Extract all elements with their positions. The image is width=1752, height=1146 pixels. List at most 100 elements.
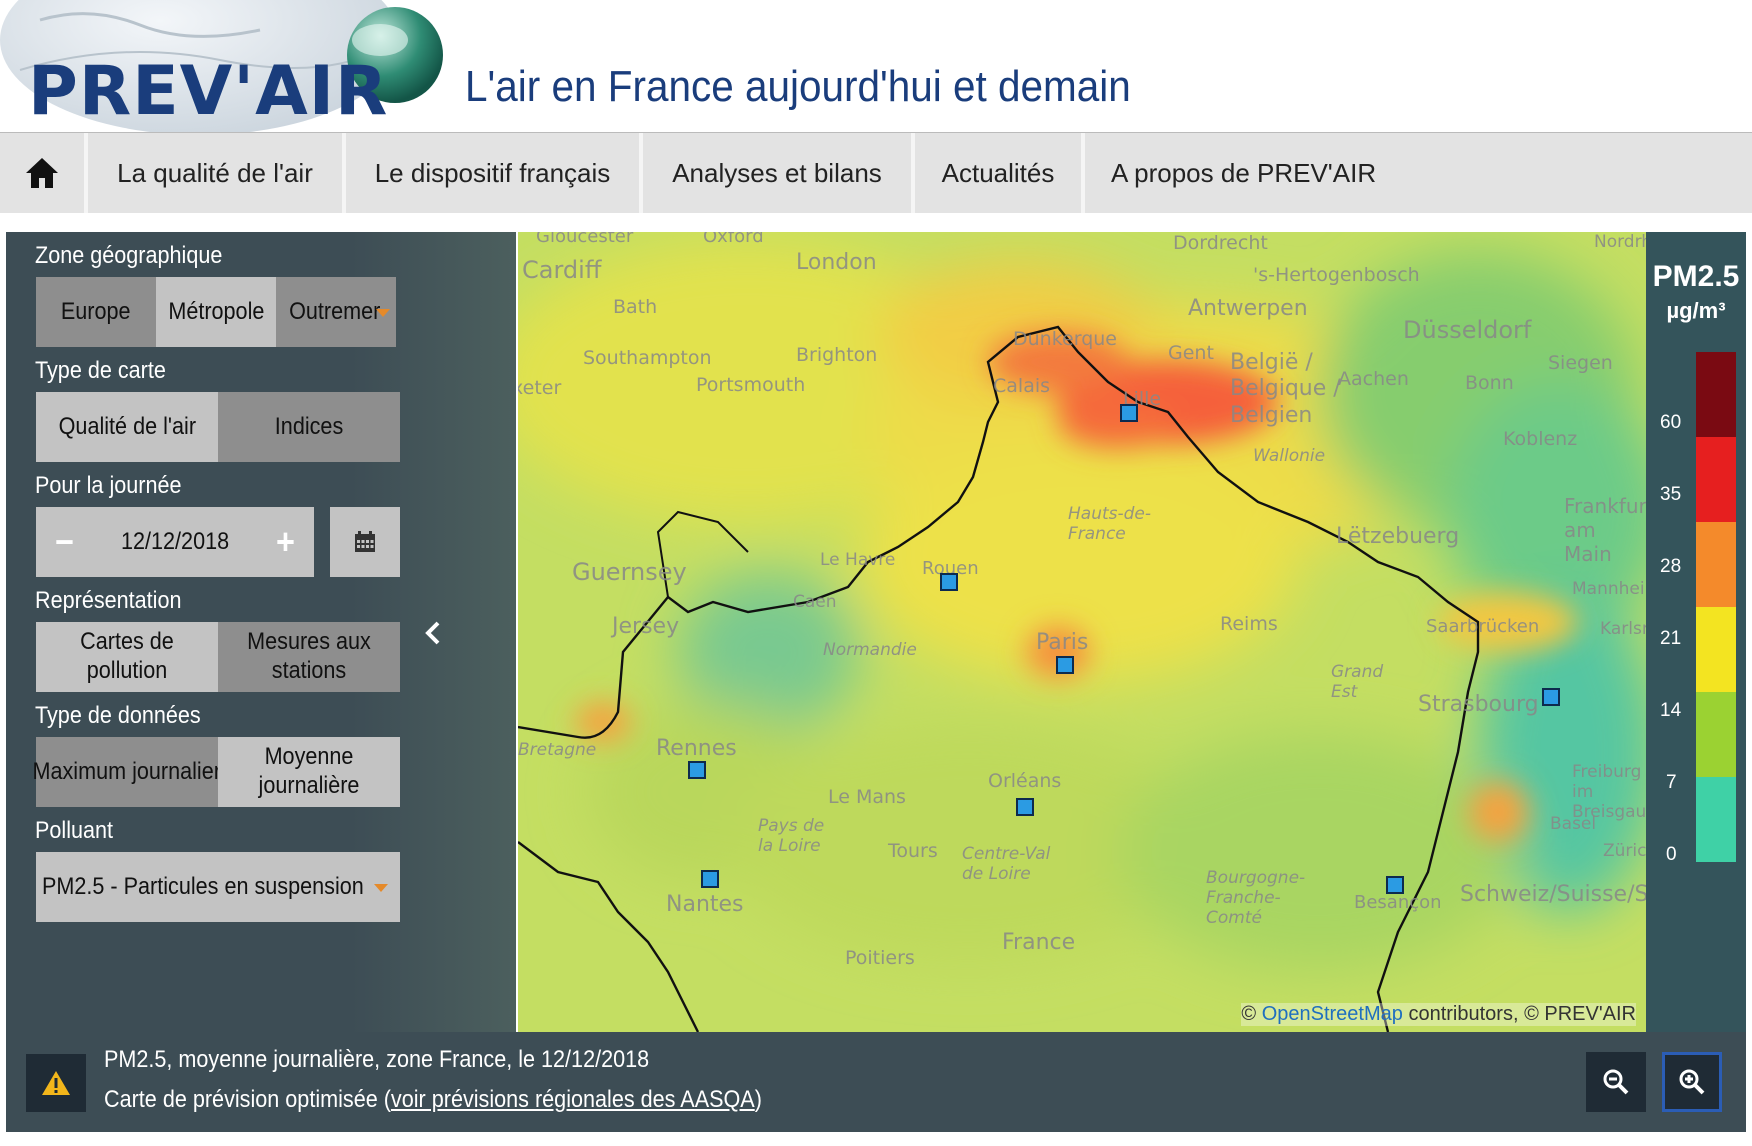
legend-tick: 60 bbox=[1660, 412, 1682, 433]
city-label: Strasbourg bbox=[1418, 692, 1539, 717]
site-header: PREV'AIR L'air en France aujourd'hui et … bbox=[0, 0, 1752, 132]
map-attribution: © OpenStreetMap contributors, © PREV'AIR bbox=[1241, 1003, 1636, 1026]
city-label: Antwerpen bbox=[1188, 296, 1308, 321]
city-label: Exeter bbox=[518, 377, 562, 399]
representation-label: Représentation bbox=[35, 587, 182, 614]
button-label: Qualité de l'air bbox=[58, 412, 196, 440]
button-label: Europe bbox=[61, 297, 131, 325]
warning-badge bbox=[26, 1054, 86, 1112]
pollutant-select[interactable]: PM2.5 - Particules en suspension bbox=[36, 852, 400, 922]
collapse-panel-button[interactable] bbox=[422, 618, 446, 648]
nav-item-actualites[interactable]: Actualités bbox=[915, 133, 1085, 213]
city-label: Bonn bbox=[1465, 372, 1514, 394]
chevron-left-icon bbox=[425, 621, 440, 645]
date-value[interactable]: 12/12/2018 bbox=[121, 528, 229, 557]
chevron-down-icon bbox=[376, 309, 390, 317]
station-marker[interactable] bbox=[701, 870, 719, 888]
button-label: Mesures aux stations bbox=[247, 628, 371, 684]
zone-metropole-button[interactable]: Métropole bbox=[156, 277, 276, 347]
map-type-label: Type de carte bbox=[35, 357, 166, 384]
map-type-quality-button[interactable]: Qualité de l'air bbox=[36, 392, 218, 462]
nav-item-label: A propos de PREV'AIR bbox=[1111, 157, 1377, 188]
nav-home[interactable] bbox=[0, 133, 88, 213]
city-label: Freiburg im Breisgau bbox=[1572, 762, 1646, 822]
legend-tick: 35 bbox=[1660, 484, 1682, 505]
city-label: Caen bbox=[793, 592, 837, 612]
chevron-down-icon bbox=[374, 884, 388, 892]
city-label: Dunkerque bbox=[1013, 328, 1117, 350]
nav-item-label: Le dispositif français bbox=[374, 157, 611, 188]
legend-colorbar bbox=[1696, 352, 1736, 862]
button-label: Moyenne journalière bbox=[258, 743, 360, 799]
forecast-note-suffix: ) bbox=[754, 1086, 762, 1113]
nav-item-analyses[interactable]: Analyses et bilans bbox=[643, 133, 915, 213]
openstreetmap-link[interactable]: OpenStreetMap bbox=[1262, 1003, 1403, 1025]
zoom-out-button[interactable] bbox=[1586, 1052, 1646, 1112]
city-label: Zürich bbox=[1603, 841, 1646, 861]
map-type-indices-button[interactable]: Indices bbox=[218, 392, 400, 462]
nav-item-a-propos[interactable]: A propos de PREV'AIR bbox=[1085, 133, 1752, 213]
city-label: Brighton bbox=[796, 344, 878, 366]
button-label: Maximum journalier bbox=[32, 757, 222, 785]
zoom-out-icon bbox=[1603, 1069, 1629, 1095]
city-label: Lëtzebuerg bbox=[1336, 524, 1460, 549]
city-label: London bbox=[796, 250, 877, 275]
pollutant-value: PM2.5 - Particules en suspension bbox=[42, 872, 364, 900]
regional-forecasts-link[interactable]: voir prévisions régionales des AASQA bbox=[391, 1086, 755, 1113]
button-label: Outremer bbox=[289, 297, 381, 325]
legend-tick: 21 bbox=[1660, 628, 1682, 649]
station-marker[interactable] bbox=[1542, 688, 1560, 706]
logo-text: PREV'AIR bbox=[28, 52, 389, 131]
city-label: Dordrecht bbox=[1173, 232, 1268, 254]
legend-color-swatch bbox=[1696, 692, 1736, 777]
station-marker[interactable] bbox=[1016, 798, 1034, 816]
city-label: Normandie bbox=[823, 640, 917, 660]
pollution-map[interactable]: Gloucester Oxford Cardiff London Bath So… bbox=[518, 232, 1646, 1032]
station-marker[interactable] bbox=[688, 761, 706, 779]
date-decrement-button[interactable]: − bbox=[55, 520, 74, 563]
info-bar: PM2.5, moyenne journalière, zone France,… bbox=[6, 1032, 1746, 1132]
date-increment-button[interactable]: + bbox=[276, 520, 295, 563]
nav-item-dispositif[interactable]: Le dispositif français bbox=[346, 133, 643, 213]
city-label: Le Havre bbox=[820, 550, 896, 570]
city-label: Portsmouth bbox=[696, 374, 806, 396]
city-label: Cardiff bbox=[522, 256, 602, 284]
nav-item-label: La qualité de l'air bbox=[117, 157, 313, 188]
zone-outremer-dropdown[interactable]: Outremer bbox=[276, 277, 396, 347]
nav-item-qualite-air[interactable]: La qualité de l'air bbox=[88, 133, 346, 213]
city-label: Bourgogne-Franche-Comté bbox=[1206, 868, 1306, 928]
station-marker[interactable] bbox=[940, 573, 958, 591]
station-marker[interactable] bbox=[1120, 404, 1138, 422]
home-icon bbox=[26, 158, 58, 188]
city-label: Tours bbox=[888, 840, 938, 862]
legend-tick: 14 bbox=[1660, 700, 1682, 721]
daily-mean-button[interactable]: Moyenne journalière bbox=[218, 737, 400, 807]
data-type-label: Type de données bbox=[35, 702, 201, 729]
zone-europe-button[interactable]: Europe bbox=[36, 277, 156, 347]
calendar-button[interactable] bbox=[330, 507, 400, 577]
station-measures-button[interactable]: Mesures aux stations bbox=[218, 622, 400, 692]
city-label: Schweiz/Suisse/Svizzera/Svizra bbox=[1460, 882, 1646, 907]
city-label: Saarbrücken bbox=[1426, 616, 1540, 637]
legend-title: PM2.5 bbox=[1652, 260, 1740, 293]
city-label: Karlsruhe bbox=[1600, 619, 1646, 639]
zoom-in-button[interactable] bbox=[1662, 1052, 1722, 1112]
city-label: België / Belgique / Belgien bbox=[1230, 350, 1341, 428]
station-marker[interactable] bbox=[1056, 656, 1074, 674]
city-label: Hauts-de-France bbox=[1068, 504, 1152, 544]
prevair-logo[interactable]: PREV'AIR bbox=[0, 0, 445, 132]
city-label: Jersey bbox=[612, 614, 680, 639]
day-label: Pour la journée bbox=[35, 472, 182, 499]
city-label: Bath bbox=[613, 296, 658, 318]
city-label: Gloucester bbox=[536, 232, 634, 247]
city-label: Pays de la Loire bbox=[758, 816, 825, 856]
daily-max-button[interactable]: Maximum journalier bbox=[32, 737, 222, 807]
date-stepper: − 12/12/2018 + bbox=[36, 507, 314, 577]
city-label: Bretagne bbox=[518, 740, 597, 760]
city-label: Düsseldorf bbox=[1403, 316, 1532, 344]
pollution-maps-button[interactable]: Cartes de pollution bbox=[36, 622, 218, 692]
city-label: Orléans bbox=[988, 770, 1062, 792]
station-marker[interactable] bbox=[1386, 876, 1404, 894]
legend-color-swatch bbox=[1696, 522, 1736, 607]
legend-tick: 28 bbox=[1660, 556, 1682, 577]
